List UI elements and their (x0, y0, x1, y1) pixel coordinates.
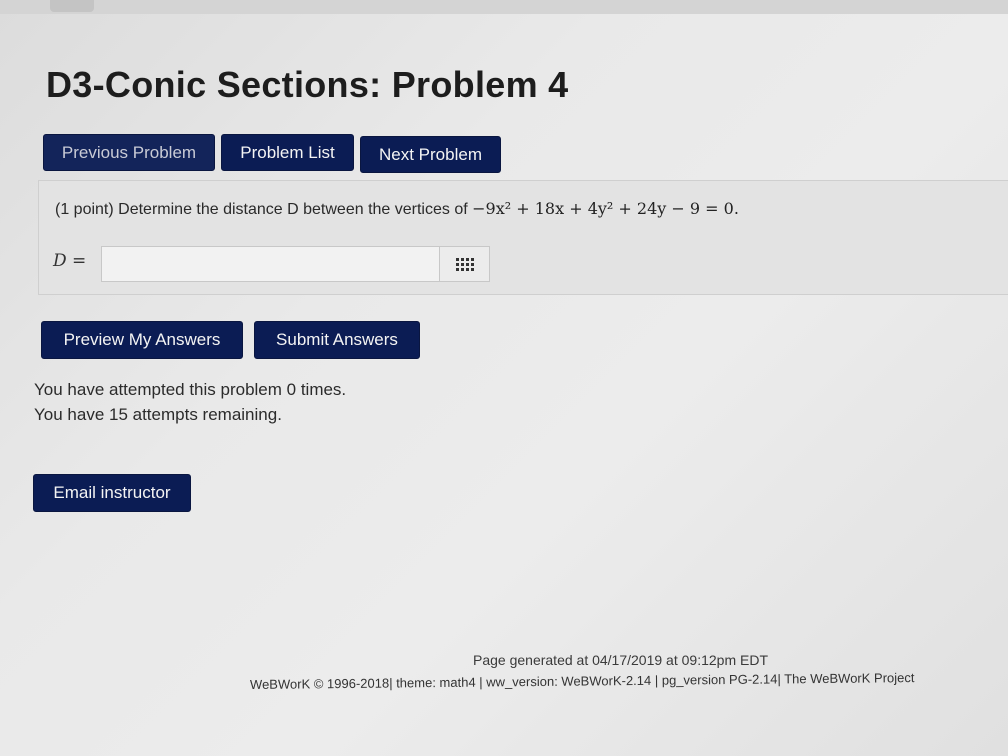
footer-credits: WeBWorK © 1996-2018| theme: math4 | ww_v… (249, 670, 915, 692)
email-instructor-button[interactable]: Email instructor (33, 474, 191, 512)
top-tab (50, 0, 94, 12)
problem-statement: (1 point) Determine the distance D betwe… (55, 199, 739, 219)
preview-answers-button[interactable]: Preview My Answers (41, 321, 243, 359)
problem-equation: −9x² + 18x + 4y² + 24y − 9 = 0. (472, 199, 739, 218)
answer-label: D = (53, 251, 87, 271)
grid-icon (455, 257, 474, 271)
problem-list-button[interactable]: Problem List (221, 134, 354, 171)
browser-top-strip (0, 0, 1008, 14)
attempts-remaining-text: You have 15 attempts remaining. (34, 405, 282, 424)
previous-problem-button[interactable]: Previous Problem (43, 134, 215, 171)
next-problem-button[interactable]: Next Problem (360, 136, 501, 173)
page-generated-text: Page generated at 04/17/2019 at 09:12pm … (473, 652, 768, 668)
equation-editor-button[interactable] (440, 246, 490, 282)
attempts-made-text: You have attempted this problem 0 times. (34, 380, 347, 399)
problem-points: (1 point) (55, 201, 114, 218)
problem-box: (1 point) Determine the distance D betwe… (38, 180, 1008, 295)
answer-input[interactable] (101, 246, 440, 282)
submit-answers-button[interactable]: Submit Answers (254, 321, 420, 359)
problem-prompt: Determine the distance D between the ver… (118, 201, 468, 218)
page-title: D3-Conic Sections: Problem 4 (46, 64, 569, 105)
